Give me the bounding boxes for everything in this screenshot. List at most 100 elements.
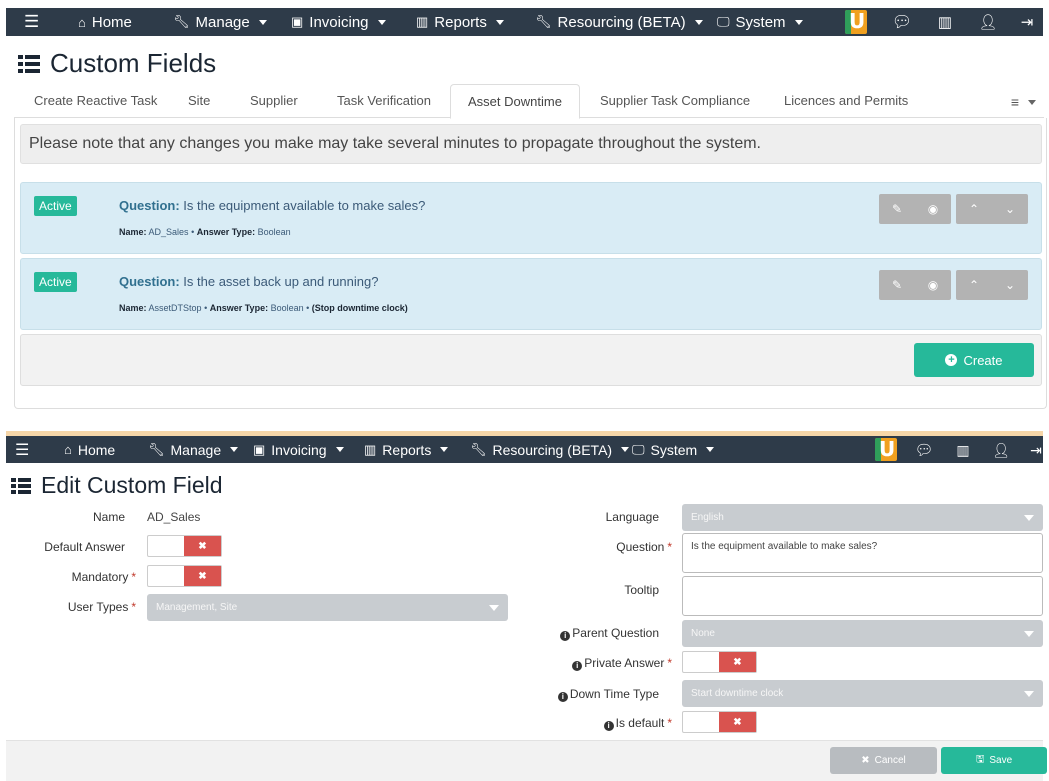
required-marker: * xyxy=(131,570,136,584)
nav-home[interactable]: ⌂ Home xyxy=(64,442,115,458)
nav-invoicing[interactable]: ▣ Invoicing xyxy=(291,14,386,31)
nav-invoicing[interactable]: ▣ Invoicing xyxy=(253,442,344,458)
edit-actions: ✎ ◉ xyxy=(879,270,951,300)
nav-reports[interactable]: ▥ Reports xyxy=(416,14,504,31)
money-icon: ▣ xyxy=(253,441,266,457)
save-icon: 🖫︎ xyxy=(975,754,985,765)
chevron-down-icon xyxy=(489,605,499,611)
nav-reports[interactable]: ▥ Reports xyxy=(364,441,449,458)
logo-icon[interactable]: U xyxy=(875,438,897,461)
nav-resourcing[interactable]: 🔧︎ Resourcing (BETA) xyxy=(535,14,703,31)
bar-chart-icon: ▥ xyxy=(364,441,377,457)
info-icon: i xyxy=(572,660,583,671)
logo-icon[interactable]: U xyxy=(845,10,867,34)
desktop-icon: 🖵︎ xyxy=(632,441,645,457)
user-types-label: User Types * xyxy=(67,600,136,614)
parent-question-select[interactable]: None xyxy=(682,620,1043,647)
mandatory-toggle[interactable]: ✖ xyxy=(147,565,222,587)
home-icon: ⌂ xyxy=(64,442,72,457)
caret-down-icon xyxy=(377,19,386,25)
is-default-toggle[interactable]: ✖ xyxy=(682,711,757,733)
caret-down-icon xyxy=(794,19,803,25)
comment-icon[interactable]: 💬︎ xyxy=(891,11,913,33)
tab-site[interactable]: Site xyxy=(188,84,210,118)
status-badge: Active xyxy=(34,196,77,216)
info-icon: i xyxy=(560,630,571,641)
status-badge: Active xyxy=(34,272,77,292)
chevron-up-icon[interactable]: ⌃ xyxy=(956,270,992,300)
comment-icon[interactable]: 💬︎ xyxy=(913,439,935,461)
save-button[interactable]: 🖫︎ Save xyxy=(941,747,1047,774)
times-icon: ✖ xyxy=(184,536,221,556)
is-default-label: i Is default * xyxy=(603,716,672,731)
create-button[interactable]: + Create xyxy=(914,343,1034,377)
tab-create-reactive-task[interactable]: Create Reactive Task xyxy=(34,84,157,118)
tab-supplier[interactable]: Supplier xyxy=(250,84,298,118)
edit-actions: ✎ ◉ xyxy=(879,194,951,224)
nav-system[interactable]: 🖵︎ System xyxy=(717,14,803,31)
default-answer-toggle[interactable]: ✖ xyxy=(147,535,222,557)
bar-chart-icon[interactable]: ▥ xyxy=(952,439,974,461)
language-select[interactable]: English xyxy=(682,504,1043,531)
edit-page-title: Edit Custom Field xyxy=(11,472,223,499)
caret-down-icon xyxy=(621,447,630,452)
nav-resourcing[interactable]: 🔧︎ Resourcing (BETA) xyxy=(470,441,630,458)
chevron-up-icon[interactable]: ⌃ xyxy=(956,194,992,224)
question-textarea[interactable]: Is the equipment available to make sales… xyxy=(682,533,1043,573)
tab-overflow-menu[interactable]: ≡ xyxy=(1011,94,1036,110)
list-icon xyxy=(18,54,40,73)
bottom-navbar: ☰ ⌂ Home 🔧︎ Manage ▣ Invoicing ▥ Reports 🔧︎ R… xyxy=(6,436,1043,463)
required-marker: * xyxy=(667,716,672,730)
bar-chart-icon[interactable]: ▥ xyxy=(934,11,956,33)
wrench-icon: 🔧︎ xyxy=(470,441,487,457)
nav-manage[interactable]: 🔧︎ Manage xyxy=(173,14,267,31)
tab-licences-and-permits[interactable]: Licences and Permits xyxy=(784,84,908,118)
user-icon[interactable]: 👤︎ xyxy=(977,11,999,33)
propagation-notice: Please note that any changes you make ma… xyxy=(20,124,1042,164)
caret-down-icon xyxy=(335,447,344,452)
create-footer xyxy=(20,334,1042,386)
home-icon: ⌂ xyxy=(78,14,86,30)
plus-circle-icon: + xyxy=(945,354,958,366)
times-icon: ✖ xyxy=(719,712,756,732)
target-icon[interactable]: ◉ xyxy=(915,270,951,300)
caret-down-icon xyxy=(230,447,239,452)
nav-manage[interactable]: 🔧︎ Manage xyxy=(148,442,239,458)
question-text: Question: Is the equipment available to … xyxy=(119,198,426,213)
sign-out-icon[interactable]: ⇥ xyxy=(1016,11,1038,33)
pencil-icon[interactable]: ✎ xyxy=(879,194,915,224)
hamburger-icon[interactable]: ☰ xyxy=(24,12,39,32)
cancel-button[interactable]: ✖ Cancel xyxy=(830,747,937,774)
list-icon: ≡ xyxy=(1010,94,1019,110)
hamburger-icon[interactable]: ☰ xyxy=(15,440,29,460)
tooltip-label: Tooltip xyxy=(624,583,659,597)
required-marker: * xyxy=(667,656,672,670)
chevron-down-icon[interactable]: ⌄ xyxy=(992,270,1028,300)
pencil-icon[interactable]: ✎ xyxy=(879,270,915,300)
user-icon[interactable]: 👤︎ xyxy=(990,439,1012,461)
list-icon xyxy=(11,477,31,494)
nav-home[interactable]: ⌂ Home xyxy=(78,14,132,31)
caret-down-icon xyxy=(495,19,504,25)
info-icon: i xyxy=(603,720,614,731)
desktop-icon: 🖵︎ xyxy=(717,14,730,29)
caret-down-icon xyxy=(1028,99,1036,105)
target-icon[interactable]: ◉ xyxy=(915,194,951,224)
wrench-icon: 🔧︎ xyxy=(535,14,552,29)
tab-supplier-task-compliance[interactable]: Supplier Task Compliance xyxy=(600,84,750,118)
caret-down-icon xyxy=(694,19,703,25)
info-icon: i xyxy=(557,691,568,702)
private-answer-toggle[interactable]: ✖ xyxy=(682,651,757,673)
question-meta: Name: AD_Sales • Answer Type: Boolean xyxy=(119,227,291,237)
default-answer-label: Default Answer xyxy=(44,540,125,554)
tooltip-textarea[interactable] xyxy=(682,576,1043,616)
chevron-down-icon[interactable]: ⌄ xyxy=(992,194,1028,224)
tab-asset-downtime[interactable]: Asset Downtime xyxy=(450,84,580,119)
down-time-type-select[interactable]: Start downtime clock xyxy=(682,680,1043,707)
nav-system[interactable]: 🖵︎ System xyxy=(632,441,715,458)
question-label: Question * xyxy=(616,540,672,554)
tab-task-verification[interactable]: Task Verification xyxy=(337,84,431,118)
user-types-select[interactable]: Management, Site xyxy=(147,594,508,621)
private-answer-label: i Private Answer * xyxy=(572,656,672,671)
sign-out-icon[interactable]: ⇥ xyxy=(1025,439,1047,461)
